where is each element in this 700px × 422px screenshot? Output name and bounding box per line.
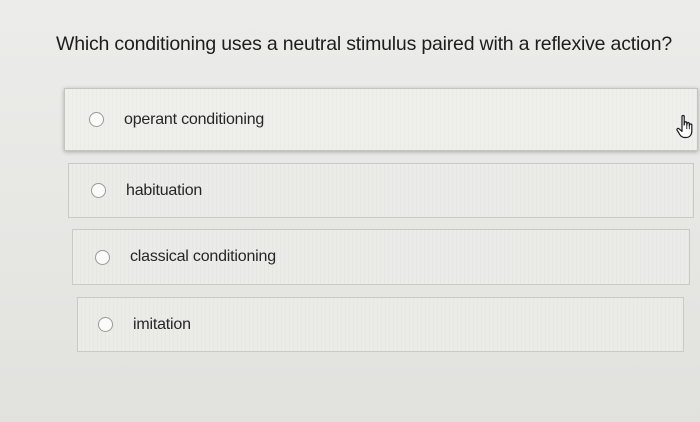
radio-button[interactable]: [95, 249, 110, 265]
option-label: habituation: [126, 181, 203, 199]
question-text: Which conditioning uses a neutral stimul…: [56, 33, 673, 55]
radio-button[interactable]: [89, 112, 104, 127]
quiz-screen: Which conditioning uses a neutral stimul…: [0, 0, 700, 422]
hand-pointer-icon: [676, 114, 693, 139]
radio-button[interactable]: [98, 317, 113, 332]
option-label: operant conditioning: [124, 110, 265, 128]
option-imitation[interactable]: imitation: [77, 297, 684, 352]
option-habituation[interactable]: habituation: [68, 163, 694, 218]
option-label: imitation: [133, 315, 191, 333]
option-operant-conditioning[interactable]: operant conditioning: [64, 88, 698, 151]
option-classical-conditioning[interactable]: classical conditioning: [72, 229, 690, 285]
option-label: classical conditioning: [130, 248, 276, 265]
radio-button[interactable]: [91, 183, 106, 198]
